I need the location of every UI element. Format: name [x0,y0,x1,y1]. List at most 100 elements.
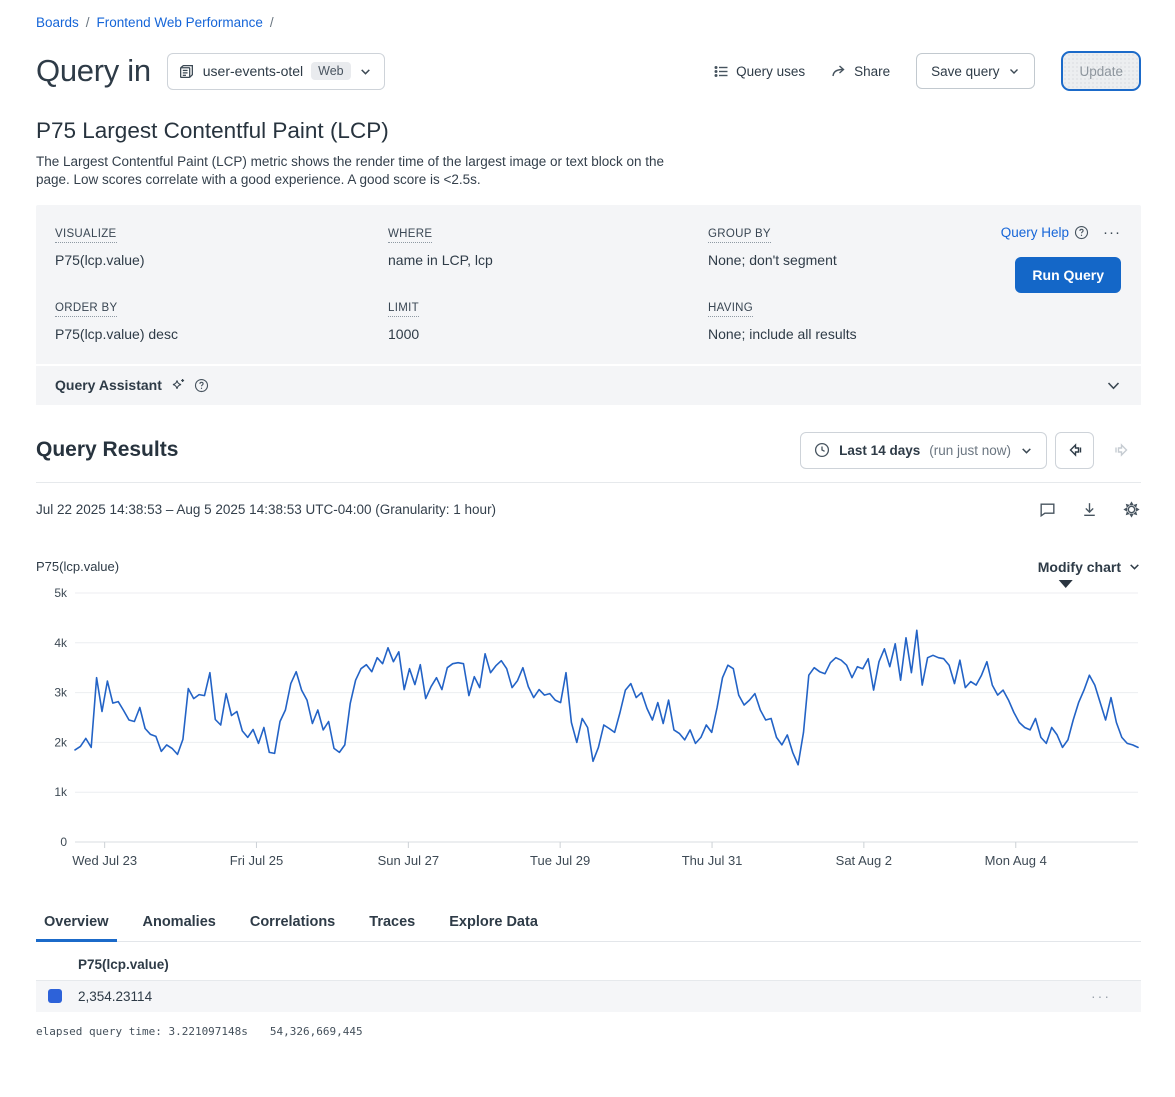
dataset-picker[interactable]: user-events-otel Web [167,53,385,90]
chevron-down-icon [1020,444,1033,457]
download-icon[interactable] [1080,500,1099,519]
row-ellipsis-icon[interactable]: ··· [1091,988,1111,1004]
tab-traces[interactable]: Traces [367,906,417,941]
table-cell-value: 2,354.23114 [78,989,152,1004]
ellipsis-icon[interactable]: ··· [1103,224,1121,241]
clause-visualize: VISUALIZE P75(lcp.value) [55,224,388,268]
clause-having-label: HAVING [708,302,753,317]
query-assistant-bar: Query Assistant [36,364,1141,405]
modify-chart-label: Modify chart [1038,559,1121,575]
clause-group-by-label: GROUP BY [708,228,771,243]
divider [36,482,1141,483]
events-scanned: 54,326,669,445 [270,1025,363,1038]
marker-triangle-icon[interactable] [1059,580,1073,588]
chevron-down-icon [1106,378,1121,393]
svg-text:Wed Jul 23: Wed Jul 23 [72,853,137,868]
svg-text:Tue Jul 29: Tue Jul 29 [530,853,590,868]
svg-text:0: 0 [60,835,67,849]
dataset-env-badge: Web [311,62,350,80]
modify-chart-button[interactable]: Modify chart [1038,559,1141,575]
breadcrumb-link-boards[interactable]: Boards [36,15,79,30]
comment-icon[interactable] [1038,500,1057,519]
breadcrumb-link-board[interactable]: Frontend Web Performance [97,15,263,30]
table-row[interactable]: 2,354.23114 ··· [36,981,1141,1012]
update-button[interactable]: Update [1061,51,1141,91]
chevron-down-icon [1128,560,1141,573]
dataset-icon [178,63,195,80]
svg-text:Sat Aug 2: Sat Aug 2 [836,853,892,868]
chart-header: P75(lcp.value) Modify chart [36,559,1141,575]
time-range-picker[interactable]: Last 14 days (run just now) [800,432,1047,469]
elapsed-time: elapsed query time: 3.221097148s [36,1025,248,1038]
breadcrumb-separator: / [86,15,90,30]
clause-where-value[interactable]: name in LCP, lcp [388,252,708,268]
svg-text:Thu Jul 31: Thu Jul 31 [682,853,743,868]
tab-anomalies[interactable]: Anomalies [141,906,218,941]
range-detail-row: Jul 22 2025 14:38:53 – Aug 5 2025 14:38:… [36,500,1141,519]
page-title: Query in [36,53,151,89]
results-heading: Query Results [36,438,178,462]
breadcrumb: Boards / Frontend Web Performance / [36,15,1141,30]
query-builder-panel: VISUALIZE P75(lcp.value) WHERE name in L… [36,205,1141,405]
line-chart-canvas[interactable]: 0 1k 2k 3k 4k 5k Wed Jul 23 Fri Jul 25 Sun Jul 2… [36,579,1141,875]
history-forward-button[interactable] [1102,432,1141,469]
clock-icon [814,442,830,458]
svg-text:3k: 3k [54,685,68,699]
tab-overview[interactable]: Overview [42,906,111,941]
dataset-name: user-events-otel [203,63,303,79]
header-row: Query in user-events-otel Web [36,50,1141,92]
results-header: Query Results Last 14 days (run just now… [36,432,1141,469]
query-uses-label: Query uses [736,64,805,79]
svg-text:2k: 2k [54,735,68,749]
chevron-down-icon [359,65,372,78]
clause-group-by-value[interactable]: None; don't segment [708,252,993,268]
assistant-expand-chevron[interactable] [1106,378,1121,393]
tab-explore-data[interactable]: Explore Data [447,906,540,941]
svg-text:5k: 5k [54,586,68,600]
query-uses-button[interactable]: Query uses [714,64,805,79]
clause-where: WHERE name in LCP, lcp [388,224,708,268]
save-query-button[interactable]: Save query [916,53,1035,89]
time-range-value: Last 14 days [839,443,920,458]
page: Boards / Frontend Web Performance / Query i… [0,0,1175,1038]
gear-icon[interactable] [1122,500,1141,519]
help-circle-icon[interactable] [194,378,209,393]
query-help-link[interactable]: Query Help [1001,225,1089,240]
query-help-label: Query Help [1001,225,1069,240]
breadcrumb-separator: / [270,15,274,30]
time-range-note: (run just now) [929,443,1011,458]
query-title: P75 Largest Contentful Paint (LCP) [36,118,1141,144]
history-back-button[interactable] [1055,432,1094,469]
clause-visualize-label: VISUALIZE [55,228,117,243]
svg-text:4k: 4k [54,636,68,650]
builder-side: Query Help ··· Run Query [993,224,1121,342]
clause-limit: LIMIT 1000 [388,298,708,342]
sparkle-icon [170,377,187,394]
results-tabs: Overview Anomalies Correlations Traces E… [36,906,1141,942]
list-icon [714,64,729,79]
svg-text:Fri Jul 25: Fri Jul 25 [230,853,283,868]
clause-limit-value[interactable]: 1000 [388,326,708,342]
clause-order-by-label: ORDER BY [55,302,117,317]
query-assistant-label: Query Assistant [55,377,162,393]
svg-text:Sun Jul 27: Sun Jul 27 [378,853,439,868]
help-circle-icon [1074,225,1089,240]
header-actions: Query uses Share Save query Update [714,51,1141,91]
range-detail: Jul 22 2025 14:38:53 – Aug 5 2025 14:38:… [36,502,496,517]
clause-group-by: GROUP BY None; don't segment [708,224,993,268]
chart-series-label: P75(lcp.value) [36,559,119,574]
arrow-forward-icon [1113,441,1131,459]
share-button[interactable]: Share [831,63,890,79]
clause-having-value[interactable]: None; include all results [708,326,993,342]
share-label: Share [854,64,890,79]
clause-order-by-value[interactable]: P75(lcp.value) desc [55,326,388,342]
svg-text:1k: 1k [54,785,68,799]
run-query-button[interactable]: Run Query [1015,257,1121,293]
clause-visualize-value[interactable]: P75(lcp.value) [55,252,388,268]
tab-correlations[interactable]: Correlations [248,906,337,941]
chart[interactable]: 0 1k 2k 3k 4k 5k Wed Jul 23 Fri Jul 25 Sun Jul 2… [36,579,1141,880]
series-color-swatch [48,989,62,1003]
svg-text:Mon Aug 4: Mon Aug 4 [985,853,1047,868]
arrow-back-icon [1066,441,1084,459]
clause-where-label: WHERE [388,228,432,243]
